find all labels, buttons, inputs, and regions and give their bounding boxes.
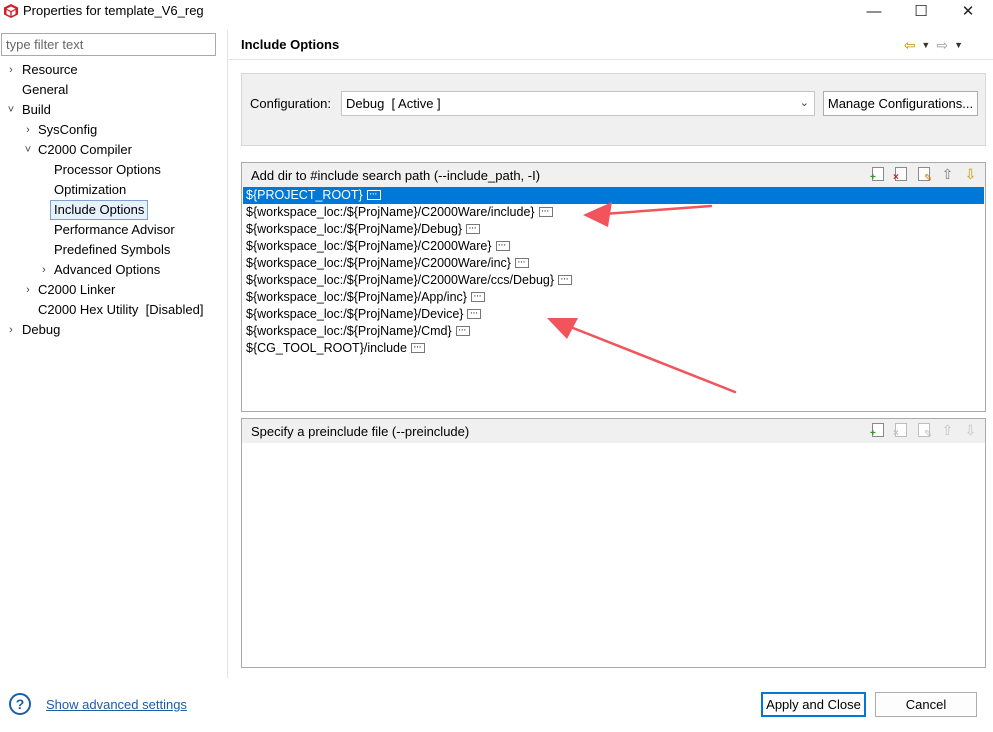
tree-item-label: C2000 Hex Utility [Disabled] [38, 302, 204, 317]
minimize-button[interactable]: — [851, 0, 897, 22]
chevron-down-icon: ⌄ [799, 97, 809, 109]
list-item[interactable]: ${workspace_loc:/${ProjName}/Debug} [243, 220, 984, 238]
tree-item-label: Processor Options [54, 162, 161, 177]
move-up-icon: ⇧ [941, 422, 954, 438]
more-icon[interactable] [470, 288, 485, 305]
title-bar: Properties for template_V6_reg — ☐ ✕ [0, 0, 993, 22]
filter-input[interactable] [1, 33, 216, 56]
list-item[interactable]: ${workspace_loc:/${ProjName}/C2000Ware/i… [243, 254, 984, 272]
list-item[interactable]: ${CG_TOOL_ROOT}/include [243, 339, 984, 357]
tree-item-label: Predefined Symbols [54, 242, 171, 257]
maximize-button[interactable]: ☐ [898, 0, 944, 22]
back-arrow-icon[interactable]: ⇦ [904, 37, 916, 54]
forward-arrow-icon[interactable]: ⇨ [936, 37, 948, 54]
cancel-button[interactable]: Cancel [875, 692, 977, 717]
edit-icon[interactable]: ✎ [916, 166, 933, 184]
delete-icon: × [893, 422, 910, 439]
back-dropdown-icon[interactable]: ▼ [921, 40, 930, 54]
tree-item-label: C2000 Linker [38, 282, 116, 297]
tree-item-label: C2000 Compiler [38, 142, 132, 157]
preinclude-header: Specify a preinclude file (--preinclude)… [242, 419, 985, 443]
preinclude-title: Specify a preinclude file (--preinclude) [251, 424, 470, 439]
close-button[interactable]: ✕ [945, 0, 991, 22]
more-icon[interactable] [455, 322, 470, 339]
include-path-list[interactable]: ${PROJECT_ROOT} ${workspace_loc:/${ProjN… [243, 186, 984, 357]
list-item[interactable]: ${PROJECT_ROOT} [243, 186, 984, 204]
add-icon[interactable]: + [870, 166, 887, 183]
include-path-header: Add dir to #include search path (--inclu… [242, 163, 985, 187]
configuration-group: Configuration: Debug [ Active ] ⌄ Manage… [241, 73, 986, 146]
window-title: Properties for template_V6_reg [23, 3, 204, 18]
left-navigation-panel: › Resource General ˅ Build › SysConfig ˅… [0, 30, 228, 678]
list-item[interactable]: ${workspace_loc:/${ProjName}/Cmd} [243, 322, 984, 340]
chevron-right-icon[interactable]: › [23, 120, 33, 140]
tree-item-label: Optimization [54, 182, 127, 197]
page-header: Include Options ⇦ ▼ ⇨ ▼ [229, 30, 993, 60]
move-down-icon[interactable]: ⇩ [962, 166, 979, 183]
more-icon[interactable] [558, 271, 573, 288]
more-icon[interactable] [466, 220, 481, 237]
tree-item-label: Build [22, 102, 51, 117]
more-icon[interactable] [538, 203, 553, 220]
more-icon[interactable] [366, 186, 381, 203]
more-icon[interactable] [410, 339, 425, 356]
chevron-down-icon[interactable]: ˅ [23, 140, 33, 160]
add-icon[interactable]: + [870, 422, 887, 439]
preinclude-toolbar: + × ✎ ⇧ ⇩ [870, 422, 979, 440]
tree-item-label: Debug [22, 322, 61, 337]
list-item[interactable]: ${workspace_loc:/${ProjName}/C2000Ware/i… [243, 203, 984, 221]
chevron-right-icon[interactable]: › [6, 320, 16, 340]
app-cube-icon [4, 4, 18, 18]
apply-and-close-button[interactable]: Apply and Close [761, 692, 866, 717]
list-item[interactable]: ${workspace_loc:/${ProjName}/C2000Ware} [243, 237, 984, 255]
delete-icon[interactable]: × [893, 166, 910, 183]
more-icon[interactable] [495, 237, 510, 254]
show-advanced-settings-link[interactable]: Show advanced settings [46, 697, 187, 712]
tree-item-label: Advanced Options [54, 262, 161, 277]
tree-item-label: Performance Advisor [54, 222, 175, 237]
chevron-right-icon[interactable]: › [39, 260, 49, 280]
chevron-down-icon[interactable]: ˅ [6, 100, 16, 120]
more-icon[interactable] [467, 305, 482, 322]
edit-icon: ✎ [916, 422, 933, 440]
history-nav: ⇦ ▼ ⇨ ▼ [904, 37, 963, 54]
tree-item-label: Include Options [50, 200, 149, 220]
help-icon[interactable]: ? [9, 693, 31, 715]
configuration-select[interactable]: Debug [ Active ] ⌄ [341, 91, 815, 116]
list-item[interactable]: ${workspace_loc:/${ProjName}/C2000Ware/c… [243, 271, 984, 289]
more-icon[interactable] [514, 254, 529, 271]
move-up-icon[interactable]: ⇧ [939, 166, 956, 183]
list-item[interactable]: ${workspace_loc:/${ProjName}/Device} [243, 305, 984, 323]
include-path-pane: Add dir to #include search path (--inclu… [241, 162, 986, 412]
configuration-label: Configuration: [250, 96, 331, 111]
tree-item-label: Resource [22, 62, 78, 77]
tree-item-label: General [22, 82, 69, 97]
include-path-title: Add dir to #include search path (--inclu… [251, 168, 541, 183]
dialog-footer: ? Show advanced settings Apply and Close… [0, 680, 993, 732]
chevron-right-icon[interactable]: › [23, 280, 33, 300]
configuration-value: Debug [ Active ] [346, 96, 441, 111]
chevron-right-icon[interactable]: › [6, 60, 16, 80]
page-title: Include Options [241, 37, 340, 52]
list-item[interactable]: ${workspace_loc:/${ProjName}/App/inc} [243, 288, 984, 306]
move-down-icon: ⇩ [964, 422, 977, 438]
include-path-toolbar: + × ✎ ⇧ ⇩ [870, 166, 979, 184]
preinclude-pane: Specify a preinclude file (--preinclude)… [241, 418, 986, 668]
forward-dropdown-icon[interactable]: ▼ [954, 40, 963, 54]
tree-item-label: SysConfig [38, 122, 98, 137]
manage-configurations-button[interactable]: Manage Configurations... [823, 91, 978, 116]
